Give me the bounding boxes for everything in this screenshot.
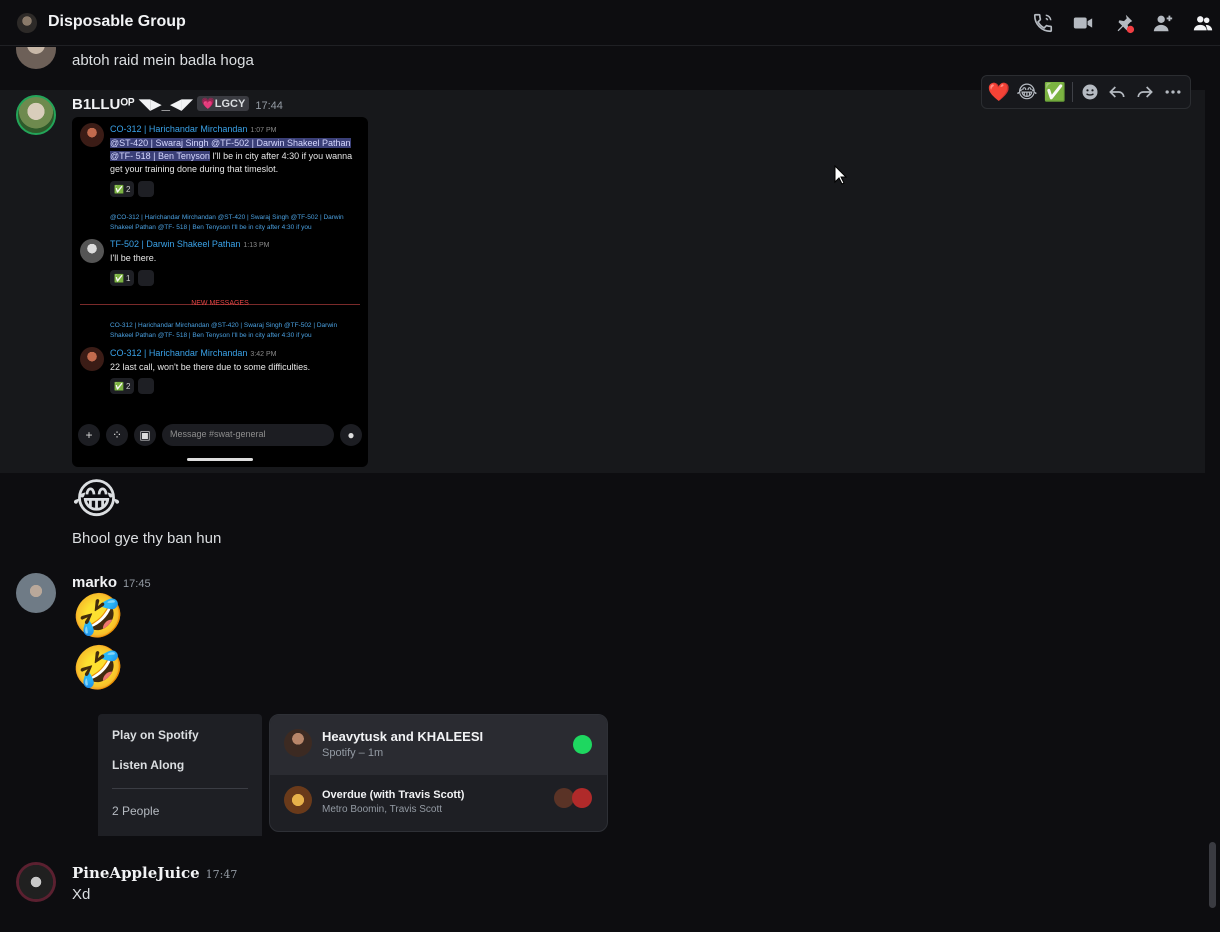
card-header xyxy=(270,715,607,775)
message-list[interactable]: abtoh raid mein badla hoga B1LLUᴼᴾ ◥▶_◀◤… xyxy=(0,47,1205,932)
author-name[interactable]: marko 17:45 xyxy=(72,574,151,591)
add-friends-icon[interactable] xyxy=(1152,12,1174,34)
shot-reply-preview: CO-312 | Harichandar Mirchandan @ST-420 … xyxy=(110,322,338,339)
emoji-message: 😂 xyxy=(72,475,122,522)
shot-reactions: ✅ 2 xyxy=(110,378,155,394)
play-on-spotify-item[interactable]: Play on Spotify xyxy=(112,728,199,742)
listener-avatar[interactable] xyxy=(554,788,574,808)
message: marko 17:45 🤣 🤣 xyxy=(0,569,1205,699)
author-label[interactable]: B1LLUᴼᴾ ◥▶_◀◤ xyxy=(72,96,193,113)
listener-avatar[interactable] xyxy=(572,788,592,808)
group-avatar[interactable] xyxy=(17,13,37,33)
shot-input-bar: + ⁘ ▣ Message #swat-general ● xyxy=(78,423,362,447)
message-text: abtoh raid mein badla hoga xyxy=(72,52,254,69)
image-attachment[interactable]: CO-312 | Harichandar Mirchandan 1:07 PM @… xyxy=(72,117,368,467)
new-messages-label: NEW MESSAGES xyxy=(191,300,249,307)
avatar[interactable] xyxy=(16,862,56,902)
shot-reactions: ✅ 2 xyxy=(110,181,155,197)
activity-title: Heavytusk and KHALEESI xyxy=(322,729,484,744)
activity-subtitle: Spotify – 1m xyxy=(322,747,384,759)
message-hovered[interactable]: B1LLUᴼᴾ ◥▶_◀◤ 💗LGCY 17:44 CO-312 | Haricha… xyxy=(0,90,1205,473)
heart-reaction-button[interactable]: ❤️ xyxy=(988,81,1010,103)
spotify-icon xyxy=(573,735,592,754)
gift-icon: ▣ xyxy=(134,424,156,446)
toolbar-divider xyxy=(1071,82,1073,102)
mic-icon: ● xyxy=(340,424,362,446)
shot-avatar xyxy=(80,239,104,263)
reply-icon[interactable] xyxy=(1107,81,1129,103)
shot-reply-preview: @CO-312 | Harichandar Mirchandan @ST-420… xyxy=(110,214,344,231)
check-reaction-button[interactable]: ✅ xyxy=(1044,81,1066,103)
message-text: Xd xyxy=(72,886,91,903)
shot-avatar xyxy=(80,123,104,147)
shot-message: CO-312 | Harichandar Mirchandan 1:07 PM @… xyxy=(110,124,353,174)
mouse-cursor-icon xyxy=(834,164,848,190)
album-art xyxy=(284,786,312,814)
listen-along-item[interactable]: Listen Along xyxy=(112,758,184,772)
timestamp: 17:45 xyxy=(123,578,151,590)
more-options-icon[interactable] xyxy=(1162,81,1184,103)
video-call-icon[interactable] xyxy=(1072,12,1094,34)
channel-title: Disposable Group xyxy=(48,13,186,30)
author-name[interactable]: B1LLUᴼᴾ ◥▶_◀◤ 💗LGCY 17:44 xyxy=(72,95,283,113)
people-count: 2 People xyxy=(112,804,160,818)
author-label[interactable]: PineAppleJuice xyxy=(72,864,200,882)
timestamp: 17:44 xyxy=(255,100,283,112)
timestamp: 17:47 xyxy=(205,868,238,881)
shot-reactions: ✅ 1 xyxy=(110,270,155,286)
shot-avatar xyxy=(80,347,104,371)
add-reaction-icon[interactable] xyxy=(1079,81,1101,103)
laugh-reaction-button[interactable]: 😂 xyxy=(1016,81,1038,103)
voice-call-icon[interactable] xyxy=(1032,12,1054,34)
group-avatar xyxy=(284,729,312,757)
member-list-icon[interactable] xyxy=(1192,12,1214,34)
track-title[interactable]: Overdue (with Travis Scott) xyxy=(322,789,464,801)
avatar[interactable] xyxy=(16,95,56,135)
avatar[interactable] xyxy=(16,47,56,69)
emoji-message: 🤣 xyxy=(72,592,125,639)
scrollbar-thumb[interactable] xyxy=(1209,842,1216,908)
shot-message: CO-312 | Harichandar Mirchandan 3:42 PM 2… xyxy=(110,348,311,372)
home-indicator xyxy=(187,458,253,461)
message: PineAppleJuice 17:47 Xd xyxy=(0,859,1205,919)
guild-tag[interactable]: 💗LGCY xyxy=(197,96,250,111)
plus-icon: + xyxy=(78,424,100,446)
channel-header: Disposable Group xyxy=(0,0,1220,46)
shot-message: TF-502 | Darwin Shakeel Pathan 1:13 PM I'… xyxy=(110,239,270,263)
forward-icon[interactable] xyxy=(1134,81,1156,103)
track-artists: Metro Boomin, Travis Scott xyxy=(322,804,443,815)
apps-icon: ⁘ xyxy=(106,424,128,446)
avatar[interactable] xyxy=(16,573,56,613)
message-actions-toolbar: ❤️ 😂 ✅ xyxy=(981,75,1191,109)
shot-message-input: Message #swat-general xyxy=(162,424,334,446)
emoji-message: 🤣 xyxy=(72,644,125,691)
message-text: Bhool gye thy ban hun xyxy=(72,530,222,547)
spotify-activity-card[interactable]: Heavytusk and KHALEESI Spotify – 1m Over… xyxy=(269,714,608,832)
author-label[interactable]: marko xyxy=(72,574,117,591)
menu-divider xyxy=(112,788,248,789)
pinned-messages-icon[interactable] xyxy=(1113,12,1135,34)
author-name[interactable]: PineAppleJuice 17:47 xyxy=(72,864,237,882)
spotify-context-menu: Play on Spotify Listen Along 2 People xyxy=(98,714,262,836)
